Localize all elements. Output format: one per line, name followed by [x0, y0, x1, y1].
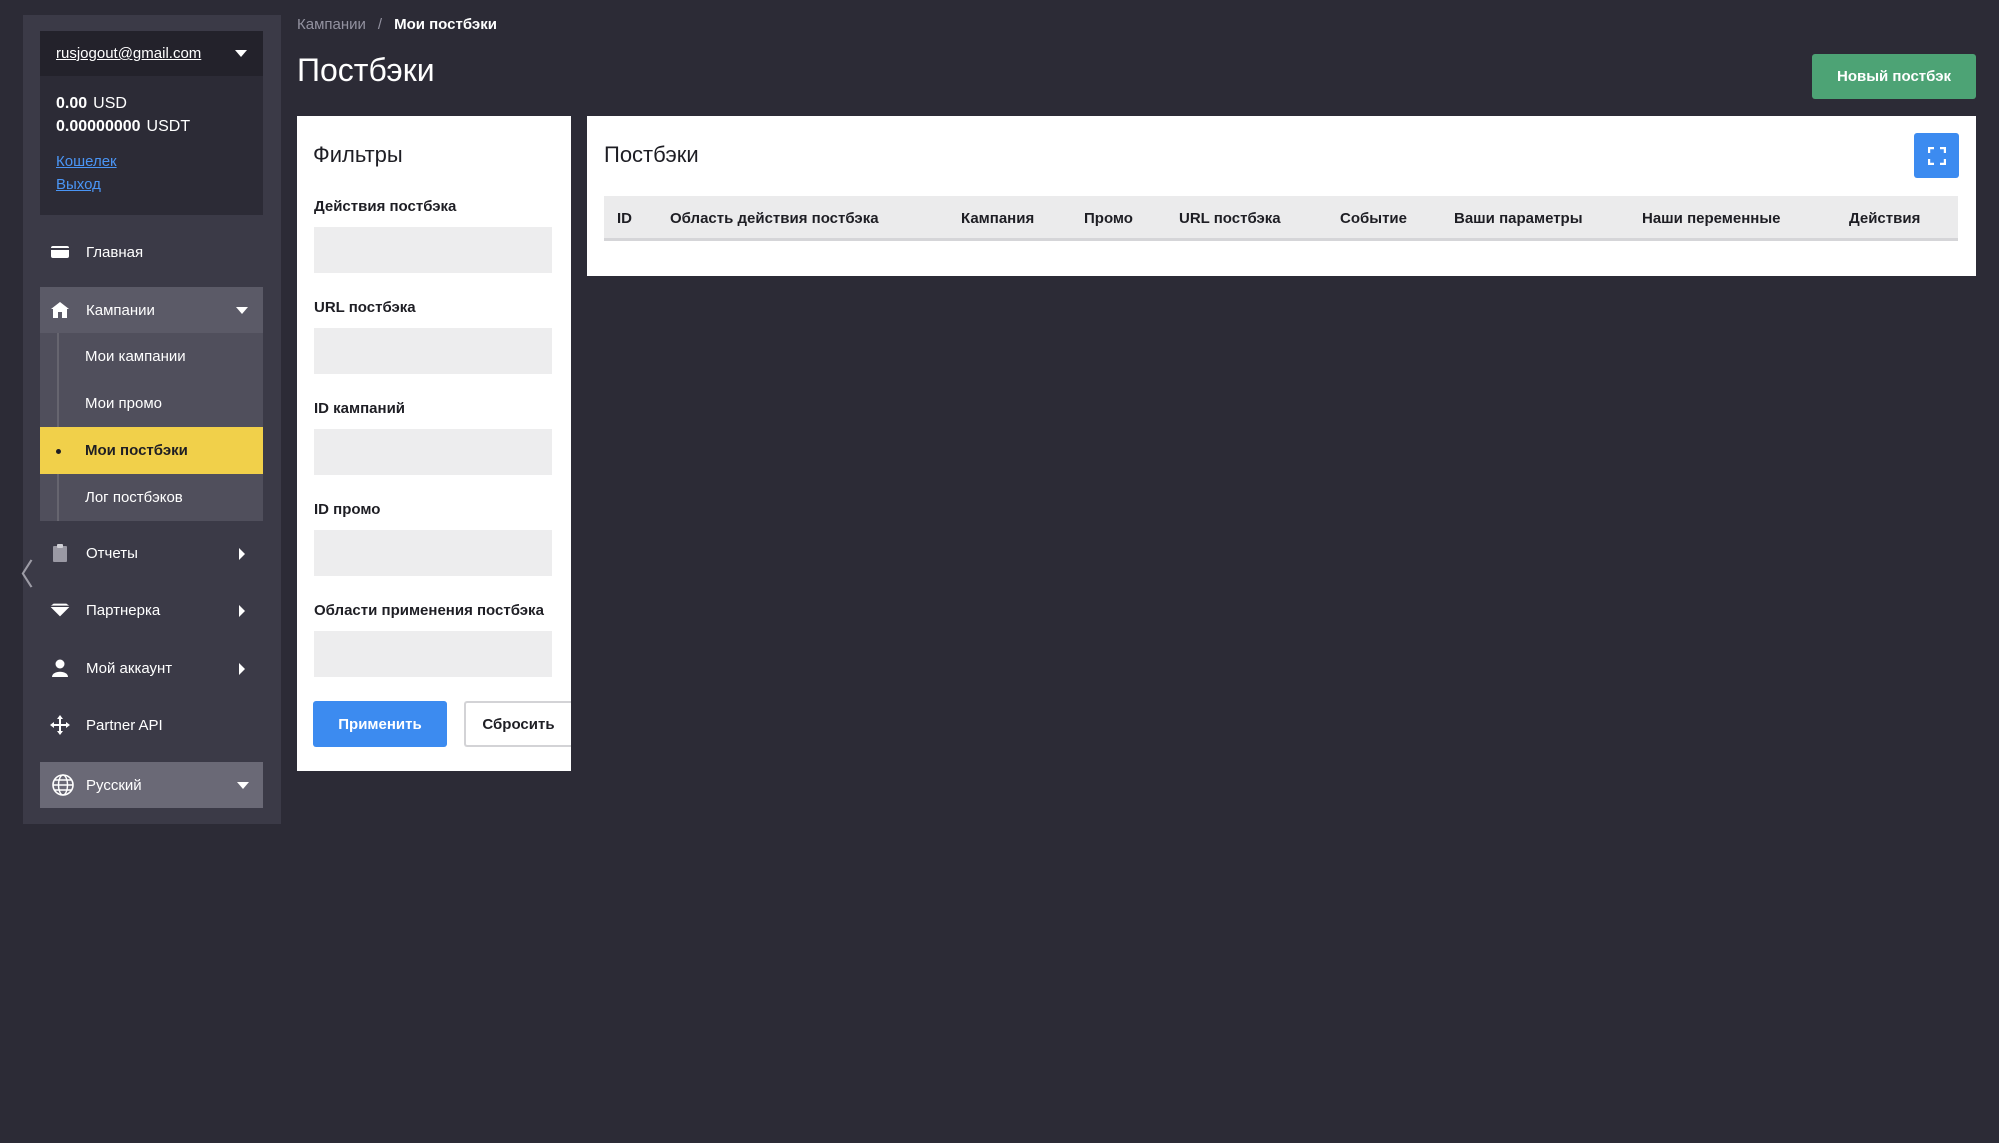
breadcrumb-campaigns[interactable]: Кампании — [297, 16, 366, 33]
diamond-icon — [50, 600, 70, 620]
filter-campaign-ids-input[interactable] — [314, 429, 552, 475]
balances: 0.00 USD 0.00000000 USDT — [40, 76, 263, 138]
column-header-actions[interactable]: Действия — [1849, 210, 1920, 227]
sidebar-item-my-campaigns[interactable]: Мои кампании — [40, 333, 263, 380]
filter-label-url: URL постбэка — [314, 299, 416, 316]
filter-label-actions: Действия постбэка — [314, 198, 457, 215]
sidebar-item-label: Мои промо — [85, 395, 163, 412]
column-header-url[interactable]: URL постбэка — [1179, 210, 1281, 227]
account-dropdown[interactable]: rusjogout@gmail.com — [40, 31, 263, 76]
sidebar-item-label: Мои постбэки — [85, 442, 188, 459]
sidebar-item-my-postbacks[interactable]: Мои постбэки — [40, 427, 263, 474]
sidebar-item-label: Кампании — [86, 301, 155, 319]
chevron-down-icon — [237, 782, 249, 789]
sidebar-item-label: Главная — [86, 243, 144, 261]
page-title: Постбэки — [297, 52, 435, 88]
globe-icon — [52, 774, 74, 796]
sidebar-item-my-account[interactable]: Мой аккаунт — [40, 645, 263, 691]
sidebar-item-label: Partner API — [86, 716, 163, 734]
chevron-down-icon — [236, 307, 248, 314]
wallet-link[interactable]: Кошелек — [56, 150, 247, 173]
fullscreen-button[interactable] — [1914, 133, 1959, 178]
house-icon — [50, 300, 70, 320]
sidebar-item-label: Отчеты — [86, 544, 138, 562]
filters-title: Фильтры — [313, 142, 403, 167]
account-links: Кошелек Выход — [40, 138, 263, 196]
sidebar-item-partner[interactable]: Партнерка — [40, 587, 263, 633]
page: rusjogout@gmail.com 0.00 USD 0.00000000 US… — [0, 0, 1999, 1143]
filters-panel: Фильтры Действия постбэка URL постбэка I… — [297, 116, 571, 771]
language-label: Русский — [86, 776, 142, 794]
filter-actions-input[interactable] — [314, 227, 552, 273]
chevron-right-icon — [239, 663, 245, 675]
sidebar-item-campaigns[interactable]: Кампании — [40, 287, 263, 333]
language-select[interactable]: Русский — [40, 762, 263, 808]
column-header-your-params[interactable]: Ваши параметры — [1454, 210, 1583, 227]
balance-usd-currency: USD — [93, 95, 127, 112]
chevron-down-icon — [235, 50, 247, 57]
column-header-event[interactable]: Событие — [1340, 210, 1407, 227]
column-header-promo[interactable]: Промо — [1084, 210, 1133, 227]
sidebar: rusjogout@gmail.com 0.00 USD 0.00000000 US… — [23, 15, 281, 824]
new-postback-button[interactable]: Новый постбэк — [1812, 54, 1976, 99]
balance-usd-amount: 0.00 — [56, 95, 88, 112]
move-arrows-icon — [50, 715, 70, 735]
active-dot-icon — [56, 449, 61, 454]
postbacks-card: Постбэки ID Область действия постбэка Ка… — [587, 116, 1976, 276]
sidebar-item-reports[interactable]: Отчеты — [40, 530, 263, 576]
account-box: rusjogout@gmail.com 0.00 USD 0.00000000 US… — [40, 31, 263, 215]
filter-url-input[interactable] — [314, 328, 552, 374]
chevron-right-icon — [239, 605, 245, 617]
campaigns-submenu: Мои кампании Мои промо Мои постбэки Лог … — [40, 333, 263, 521]
sidebar-collapse-icon[interactable]: 〈 — [4, 550, 34, 594]
filter-promo-ids-input[interactable] — [314, 530, 552, 576]
account-email[interactable]: rusjogout@gmail.com — [56, 45, 201, 62]
breadcrumb-separator: / — [377, 16, 383, 33]
expand-icon — [1927, 146, 1946, 165]
balance-usdt: 0.00000000 USDT — [56, 115, 247, 138]
breadcrumb: Кампании / Мои постбэки — [297, 16, 497, 33]
breadcrumb-current: Мои постбэки — [394, 16, 497, 33]
sidebar-item-home[interactable]: Главная — [40, 229, 263, 275]
chevron-right-icon — [239, 548, 245, 560]
card-icon — [50, 242, 70, 262]
sidebar-item-label: Лог постбэков — [85, 489, 183, 506]
filter-scopes-input[interactable] — [314, 631, 552, 677]
balance-usd: 0.00 USD — [56, 92, 247, 115]
logout-link[interactable]: Выход — [56, 173, 247, 196]
reset-button[interactable]: Сбросить — [464, 701, 571, 747]
sidebar-item-label: Партнерка — [86, 601, 161, 619]
column-header-id[interactable]: ID — [617, 210, 632, 227]
sidebar-item-label: Мои кампании — [85, 348, 186, 365]
table-header-row: ID Область действия постбэка Кампания Пр… — [604, 196, 1958, 241]
postbacks-title: Постбэки — [604, 142, 699, 167]
sidebar-item-partner-api[interactable]: Partner API — [40, 702, 263, 748]
balance-usdt-currency: USDT — [146, 118, 191, 135]
sidebar-item-my-promos[interactable]: Мои промо — [40, 380, 263, 427]
person-icon — [50, 658, 70, 678]
column-header-campaign[interactable]: Кампания — [961, 210, 1034, 227]
apply-button[interactable]: Применить — [313, 701, 447, 747]
column-header-scope[interactable]: Область действия постбэка — [670, 210, 879, 227]
balance-usdt-amount: 0.00000000 — [56, 118, 141, 135]
filter-label-campaign-ids: ID кампаний — [314, 400, 406, 417]
column-header-our-vars[interactable]: Наши переменные — [1642, 210, 1781, 227]
filter-label-promo-ids: ID промо — [314, 501, 381, 518]
filter-label-scopes: Области применения постбэка — [314, 602, 544, 619]
clipboard-icon — [50, 543, 70, 563]
sidebar-item-postback-log[interactable]: Лог постбэков — [40, 474, 263, 521]
sidebar-item-label: Мой аккаунт — [86, 659, 173, 677]
